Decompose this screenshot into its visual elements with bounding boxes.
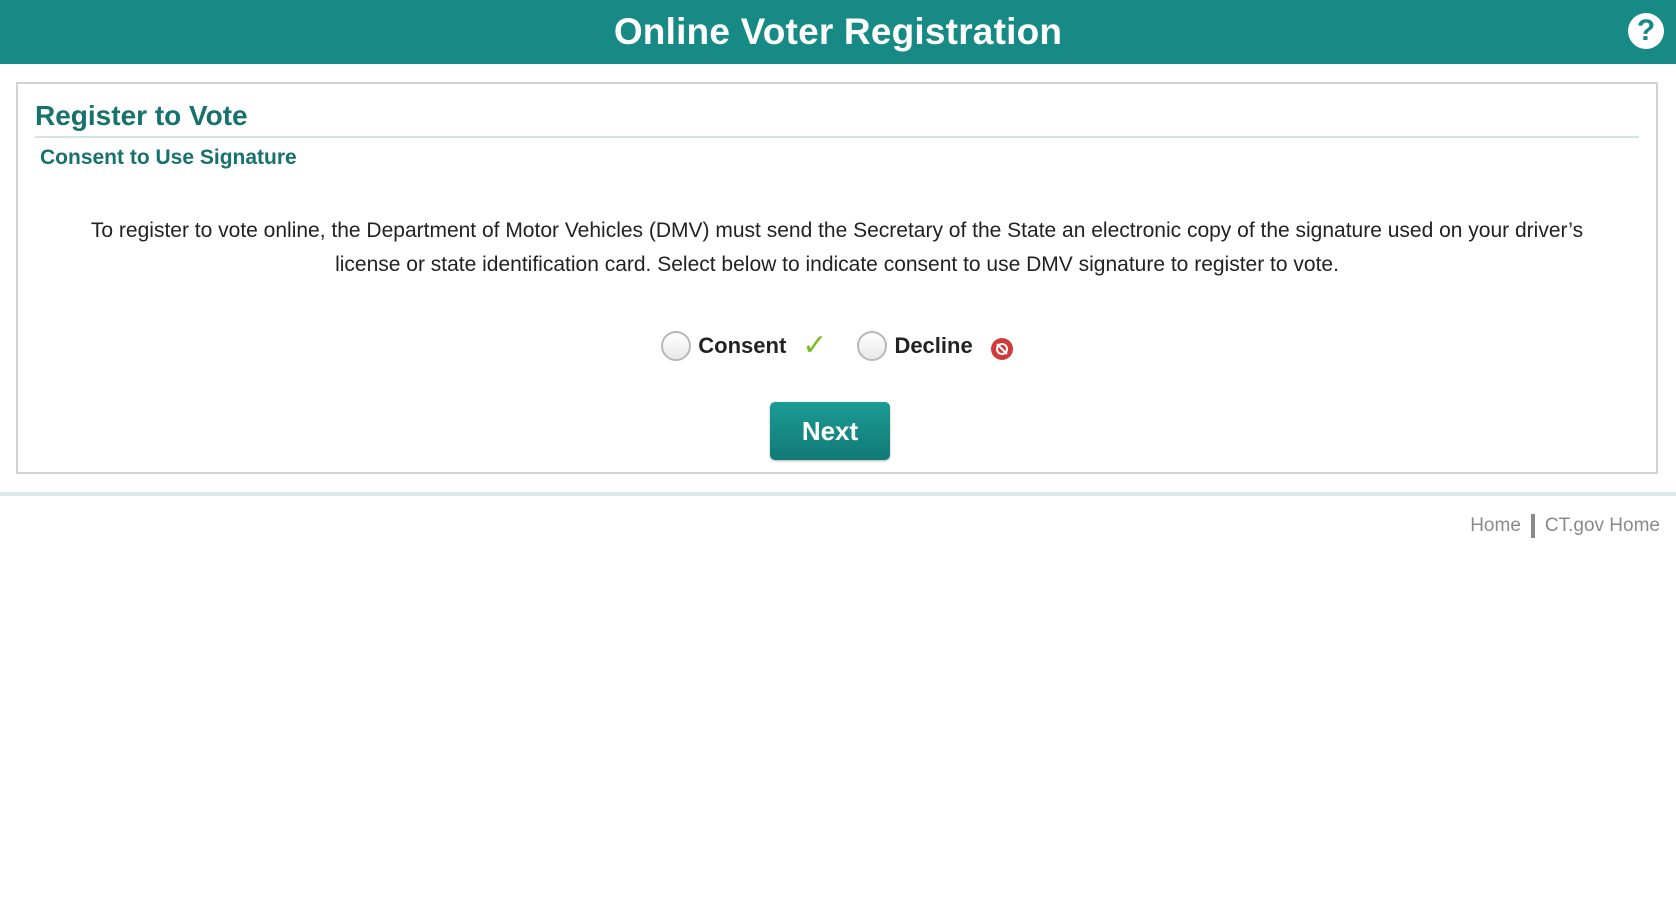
consent-radio[interactable] bbox=[661, 330, 692, 361]
page-title: Online Voter Registration bbox=[613, 11, 1063, 52]
footer-links: Home CT.gov Home bbox=[1470, 514, 1660, 538]
registration-panel: Register to Vote Consent to Use Signatur… bbox=[16, 82, 1658, 474]
no-icon bbox=[990, 337, 1013, 360]
consent-options: Consent ✓ Decline bbox=[18, 328, 1656, 363]
decline-radio[interactable] bbox=[857, 330, 888, 361]
section-title: Register to Vote bbox=[35, 100, 248, 131]
decline-option[interactable]: Decline bbox=[857, 330, 1013, 361]
app-header: Online Voter Registration ? bbox=[0, 0, 1676, 64]
next-button[interactable]: Next bbox=[770, 402, 890, 460]
link-separator bbox=[1530, 514, 1535, 538]
consent-label: Consent bbox=[698, 332, 787, 358]
check-icon: ✓ bbox=[802, 329, 828, 362]
section-subtitle: Consent to Use Signature bbox=[40, 146, 297, 169]
help-icon[interactable]: ? bbox=[1628, 13, 1664, 49]
ct-gov-home-link[interactable]: CT.gov Home bbox=[1545, 515, 1660, 537]
divider bbox=[35, 136, 1639, 138]
home-link[interactable]: Home bbox=[1470, 515, 1521, 537]
consent-option[interactable]: Consent ✓ bbox=[661, 328, 857, 363]
consent-description: To register to vote online, the Departme… bbox=[90, 219, 1584, 276]
decline-label: Decline bbox=[894, 332, 973, 358]
footer-divider bbox=[0, 492, 1676, 496]
